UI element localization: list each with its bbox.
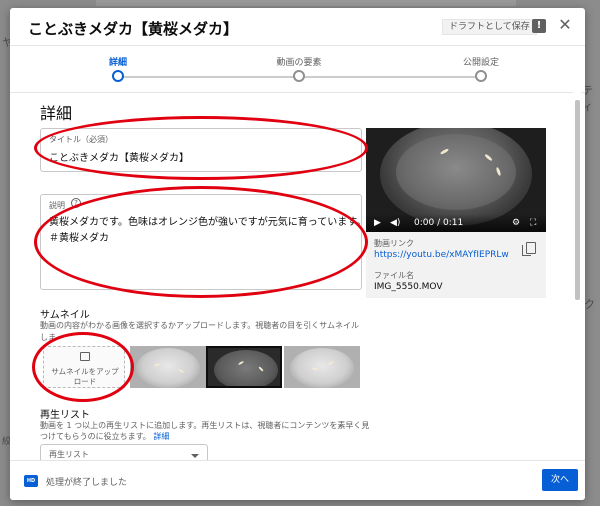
scrollbar-thumb[interactable]: [575, 100, 580, 300]
filename-label: ファイル名: [374, 271, 414, 280]
description-field-label: 説明: [49, 201, 65, 210]
thumbnail-option-3[interactable]: [284, 346, 360, 388]
video-link[interactable]: https://youtu.be/xMAYfIEPRLw: [374, 250, 509, 260]
thumbnail-image: [214, 350, 278, 386]
dialog-title: ことぶきメダカ【黄桜メダカ】: [28, 20, 239, 38]
close-icon[interactable]: ✕: [556, 16, 574, 34]
dialog-footer: HD 処理が終了しました 次へ: [10, 460, 585, 500]
step-dot-visibility[interactable]: [475, 70, 487, 82]
video-preview[interactable]: ▶ ◀) 0:00 / 0:11 ⚙ ⛶: [366, 128, 546, 232]
upload-stepper: 詳細 動画の要素 公開設定: [10, 46, 585, 86]
dialog-header: ことぶきメダカ【黄桜メダカ】 ドラフトとして保存 ! ✕: [10, 8, 585, 46]
stepper-divider: [10, 92, 585, 93]
upload-thumbnail-button[interactable]: サムネイルをアップロード: [43, 346, 125, 388]
volume-icon[interactable]: ◀): [390, 218, 400, 228]
video-time: 0:00 / 0:11: [414, 218, 464, 228]
background-search-bar: [96, 0, 516, 6]
thumbnail-option-2[interactable]: [206, 346, 282, 388]
background-tab-right2: ク: [584, 298, 595, 311]
upload-thumbnail-label: サムネイルをアップロード: [51, 367, 119, 386]
step-connector-1: [120, 76, 300, 78]
step-label-video-elements[interactable]: 動画の要素: [276, 55, 321, 68]
playlist-heading: 再生リスト: [40, 410, 90, 421]
title-field-label: タイトル（必須）: [49, 135, 113, 144]
step-label-visibility[interactable]: 公開設定: [463, 55, 499, 68]
fullscreen-icon[interactable]: ⛶: [530, 218, 536, 228]
playlist-description-text: つけてもらうのに役立ちます。: [40, 432, 151, 441]
thumbnail-heading: サムネイル: [40, 310, 90, 321]
next-button[interactable]: 次へ: [542, 469, 578, 491]
settings-icon[interactable]: ⚙: [512, 218, 520, 228]
feedback-icon[interactable]: !: [532, 19, 546, 33]
section-heading: 詳細: [40, 104, 73, 123]
processing-status: 処理が終了しました: [46, 478, 128, 488]
add-image-icon: [80, 352, 90, 361]
thumbnail-image: [136, 348, 200, 388]
title-field[interactable]: タイトル（必須） ことぶきメダカ【黄桜メダカ】: [40, 128, 362, 172]
playlist-description-line-2: つけてもらうのに役立ちます。 詳細: [40, 431, 369, 442]
playlist-select-label: 再生リスト: [49, 450, 89, 459]
video-controls: ▶ ◀) 0:00 / 0:11 ⚙ ⛶: [366, 214, 546, 232]
save-as-draft-button[interactable]: ドラフトとして保存: [442, 19, 537, 35]
step-dot-video-elements[interactable]: [293, 70, 305, 82]
step-connector-2: [300, 76, 480, 78]
playlist-description-line-1: 動画を 1 つ以上の再生リストに追加します。再生リストは、視聴者にコンテンツを素…: [40, 421, 370, 430]
hd-icon: HD: [24, 475, 38, 487]
copy-icon[interactable]: [522, 242, 536, 256]
learn-more-link[interactable]: 詳細: [153, 432, 169, 441]
video-link-label: 動画リンク: [374, 239, 414, 248]
filename-value: IMG_5550.MOV: [374, 282, 443, 292]
description-field[interactable]: 説明 ? 黄桜メダカです。色味はオレンジ色が強いですが元気に育っています。 ＃黄…: [40, 194, 366, 290]
thumbnail-description-cont: しま: [40, 333, 56, 342]
video-info-panel: 動画リンク https://youtu.be/xMAYfIEPRLw ファイル名…: [366, 232, 546, 298]
description-line-1: 黄桜メダカです。色味はオレンジ色が強いですが元気に育っています。: [49, 217, 367, 228]
description-line-2: ＃黄桜メダカ: [49, 233, 109, 244]
thumbnail-description: 動画の内容がわかる画像を選択するかアップロードします。視聴者の目を引くサムネイル…: [40, 321, 360, 330]
step-label-details[interactable]: 詳細: [109, 55, 127, 68]
help-icon[interactable]: ?: [71, 198, 81, 208]
chevron-down-icon: [191, 454, 199, 458]
thumbnail-option-1[interactable]: [130, 346, 206, 388]
upload-details-dialog: ことぶきメダカ【黄桜メダカ】 ドラフトとして保存 ! ✕ 詳細 動画の要素 公開…: [10, 8, 585, 500]
thumbnail-image: [290, 348, 354, 388]
playlist-description: 動画を 1 つ以上の再生リストに追加します。再生リストは、視聴者にコンテンツを素…: [40, 420, 369, 442]
step-dot-details[interactable]: [112, 70, 124, 82]
title-field-value: ことぶきメダカ【黄桜メダカ】: [49, 153, 189, 164]
play-icon[interactable]: ▶: [374, 218, 381, 228]
